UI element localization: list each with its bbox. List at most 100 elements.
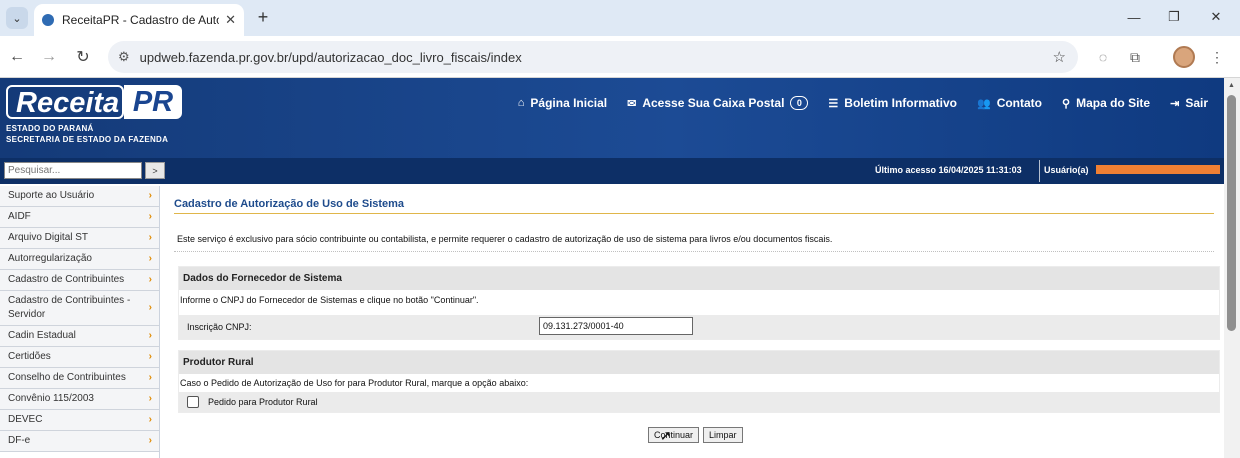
forward-icon[interactable]: → <box>38 46 60 68</box>
fornecedor-heading: Dados do Fornecedor de Sistema <box>179 267 1219 290</box>
logo-main-text: Receita <box>16 87 120 119</box>
sidebar-item-label: Autorregularização <box>8 253 92 264</box>
sidebar-item-label: Suporte ao Usuário <box>8 190 95 201</box>
favicon-icon <box>42 14 54 26</box>
nav-caixa-postal[interactable]: ✉ Acesse Sua Caixa Postal 0 <box>627 96 809 110</box>
nav-sair[interactable]: ⇥ Sair <box>1170 96 1208 110</box>
nav-contato[interactable]: 👥 Contato <box>977 96 1042 110</box>
tab-close-icon[interactable]: ✕ <box>225 12 236 28</box>
sidebar-item-label: Convênio 115/2003 <box>8 393 94 404</box>
sidebar-item-aidf[interactable]: AIDF › <box>0 207 159 228</box>
sidebar-item-label: DEVEC <box>8 414 43 425</box>
fornecedor-instruction: Informe o CNPJ do Fornecedor de Sistemas… <box>180 295 479 305</box>
divider <box>1039 160 1040 182</box>
sidebar-item-label: AIDF <box>8 211 31 222</box>
search-input[interactable] <box>4 162 142 179</box>
envelope-icon: ✉ <box>627 97 637 110</box>
chevron-right-icon: › <box>148 393 152 404</box>
continue-button[interactable]: Continuar <box>648 427 700 443</box>
nav-mapa-site[interactable]: ⚲ Mapa do Site <box>1062 96 1150 110</box>
chevron-right-icon: › <box>148 253 152 264</box>
browser-tab-bar: ⌄ ReceitaPR - Cadastro de Autoriza ✕ + —… <box>0 0 1240 36</box>
chevron-right-icon: › <box>148 330 152 341</box>
star-icon[interactable]: ☆ <box>1053 48 1066 66</box>
sidebar-item-cadastro-servidor[interactable]: Cadastro de Contribuintes - Servidor › <box>0 291 159 326</box>
main-content: Cadastro de Autorização de Uso de Sistem… <box>174 198 1220 413</box>
new-tab-button[interactable]: + <box>252 6 274 28</box>
users-icon: 👥 <box>976 97 991 110</box>
divider <box>174 251 1214 252</box>
chevron-right-icon: › <box>148 435 152 446</box>
scrollbar-thumb[interactable] <box>1227 95 1236 331</box>
sign-out-icon: ⇥ <box>1170 97 1180 110</box>
sidebar-item-certidoes[interactable]: Certidões › <box>0 347 159 368</box>
sidebar-item-suporte[interactable]: Suporte ao Usuário › <box>0 186 159 207</box>
sidebar-item-arquivo-digital[interactable]: Arquivo Digital ST › <box>0 228 159 249</box>
nav-boletim[interactable]: ☰ Boletim Informativo <box>828 96 957 110</box>
menu-icon[interactable]: ⋮ <box>1206 46 1228 68</box>
nav-label: Contato <box>996 96 1043 110</box>
chevron-right-icon: › <box>148 372 152 383</box>
sidebar-item-label: DF-e <box>8 435 31 446</box>
profile-avatar[interactable] <box>1173 46 1195 68</box>
close-icon[interactable]: ✕ <box>1205 6 1227 28</box>
sidebar-item-cadastro-contribuintes[interactable]: Cadastro de Contribuintes › <box>0 270 159 291</box>
back-icon[interactable]: ← <box>6 46 28 68</box>
nav-label: Acesse Sua Caixa Postal <box>642 96 785 110</box>
last-access-text: Último acesso 16/04/2025 11:31:03 <box>875 165 1022 175</box>
list-icon: ☰ <box>828 97 839 110</box>
service-description: Este serviço é exclusivo para sócio cont… <box>177 234 833 244</box>
chevron-right-icon: › <box>148 351 152 362</box>
produtor-rural-label[interactable]: Pedido para Produtor Rural <box>208 397 318 407</box>
sidebar-menu: Suporte ao Usuário › AIDF › Arquivo Digita… <box>0 186 160 458</box>
tab-title: ReceitaPR - Cadastro de Autoriza <box>62 13 219 27</box>
sidebar-item-dfe[interactable]: DF-e › <box>0 431 159 452</box>
produtor-rural-checkbox[interactable] <box>187 396 199 408</box>
sidebar-item-label: Cadastro de Contribuintes <box>8 274 125 285</box>
scroll-up-icon[interactable]: ▲ <box>1228 82 1235 89</box>
address-bar[interactable]: ⚙ updweb.fazenda.pr.gov.br/upd/autorizac… <box>108 41 1078 73</box>
reload-icon[interactable]: ↻ <box>72 46 94 68</box>
sidebar-item-autorregularizacao[interactable]: Autorregularização › <box>0 249 159 270</box>
cnpj-row: Inscrição CNPJ: <box>179 315 1219 339</box>
site-settings-icon[interactable]: ⚙ <box>118 49 130 65</box>
cnpj-input[interactable] <box>539 317 693 335</box>
url-text[interactable]: updweb.fazenda.pr.gov.br/upd/autorizacao… <box>140 50 522 65</box>
mouse-cursor-icon: ➚ <box>660 427 672 443</box>
nav-label: Mapa do Site <box>1076 96 1151 110</box>
site-header: Receita PR ESTADO DO PARANÁ SECRETARIA D… <box>0 78 1224 158</box>
sidebar-item-devec[interactable]: DEVEC › <box>0 410 159 431</box>
extension-icon[interactable]: ◌ <box>1092 46 1114 68</box>
nav-pagina-inicial[interactable]: ⌂ Página Inicial <box>518 96 607 110</box>
chevron-right-icon: › <box>148 302 152 313</box>
browser-tab[interactable]: ReceitaPR - Cadastro de Autoriza ✕ <box>34 4 244 36</box>
chevron-right-icon: › <box>148 232 152 243</box>
website: Receita PR ESTADO DO PARANÁ SECRETARIA D… <box>0 78 1224 458</box>
clear-button[interactable]: Limpar <box>703 427 743 443</box>
sidebar-item-label: Conselho de Contribuintes <box>8 372 126 383</box>
browser-toolbar: ← → ↻ ⚙ updweb.fazenda.pr.gov.br/upd/aut… <box>0 36 1240 78</box>
logo-state-text: ESTADO DO PARANÁ <box>6 124 94 133</box>
logo-pr-box: PR <box>124 85 182 119</box>
minimize-icon[interactable]: — <box>1123 6 1145 28</box>
chevron-right-icon: › <box>148 414 152 425</box>
top-navigation: ⌂ Página Inicial ✉ Acesse Sua Caixa Post… <box>518 96 1208 110</box>
produtor-checkbox-row: Pedido para Produtor Rural <box>179 392 1219 412</box>
redacted-username <box>1096 165 1220 174</box>
sidebar-item-label: Certidões <box>8 351 51 362</box>
search-button[interactable]: > <box>145 162 165 179</box>
mail-count-badge: 0 <box>790 96 809 110</box>
sidebar-item-cadin[interactable]: Cadin Estadual › <box>0 326 159 347</box>
logo-pr-text: PR <box>132 86 174 118</box>
extensions-icon[interactable]: ⧉ <box>1124 46 1146 68</box>
sub-header-bar: > Último acesso 16/04/2025 11:31:03 Usuá… <box>0 158 1224 184</box>
sidebar-item-convenio[interactable]: Convênio 115/2003 › <box>0 389 159 410</box>
tab-menu-icon[interactable]: ⌄ <box>6 7 28 29</box>
restore-icon[interactable]: ❐ <box>1163 6 1185 28</box>
user-label: Usuário(a) <box>1044 165 1089 175</box>
logo-secretaria-text: SECRETARIA DE ESTADO DA FAZENDA <box>6 135 169 144</box>
sidebar-item-label: Cadastro de Contribuintes - Servidor <box>8 295 131 320</box>
produtor-instruction: Caso o Pedido de Autorização de Uso for … <box>180 378 529 388</box>
produtor-heading: Produtor Rural <box>179 351 1219 374</box>
sidebar-item-conselho[interactable]: Conselho de Contribuintes › <box>0 368 159 389</box>
